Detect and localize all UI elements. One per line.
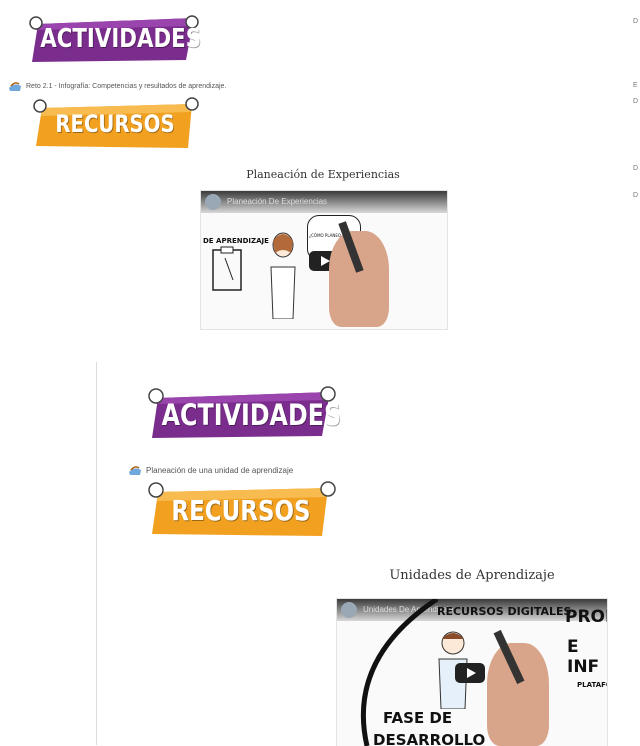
right-edge-mark: D <box>633 192 639 199</box>
video-top-bar: Planeación De Experiencias <box>201 191 447 213</box>
sketch-text: FASE DE <box>383 709 453 727</box>
activity-icon <box>129 466 141 475</box>
recursos-banner: RECURSOS <box>30 96 200 154</box>
video-bar-title: Planeación De Experiencias <box>227 197 328 206</box>
sketch-text: RECURSOS DIGITALES <box>437 605 572 618</box>
sketch-text: DESARROLLO <box>373 731 486 746</box>
video-player[interactable]: Planeación De Experiencias DE APRENDIZAJ… <box>200 190 448 330</box>
divider-line <box>96 362 97 745</box>
actividades-label: ACTIVIDADES <box>40 24 202 54</box>
recursos-banner: RECURSOS <box>146 480 336 542</box>
avatar <box>205 194 221 210</box>
sketch-text: DE APRENDIZAJE <box>203 237 269 245</box>
activity-link-label: Planeación de una unidad de aprendizaje <box>146 465 294 475</box>
right-edge-mark: E <box>633 82 638 89</box>
hand-image <box>329 231 389 327</box>
recursos-label: RECURSOS <box>55 110 175 138</box>
right-edge-mark: D <box>633 18 639 25</box>
play-icon[interactable] <box>455 663 485 683</box>
activity-link[interactable]: Reto 2.1 - Infografía: Competencias y re… <box>8 80 226 92</box>
sketch-text: E INF <box>567 637 600 677</box>
actividades-banner: ACTIVIDADES <box>144 386 342 442</box>
recursos-label: RECURSOS <box>171 494 311 527</box>
video-player[interactable]: Unidades De Aprendizaje RECURSOS DIGITAL… <box>336 598 608 746</box>
video-title: Unidades de Aprendizaje <box>389 568 555 583</box>
activity-link-label: Reto 2.1 - Infografía: Competencias y re… <box>26 82 227 90</box>
video-title: Planeación de Experiencias <box>246 168 400 181</box>
activity-link[interactable]: Planeación de una unidad de aprendizaje <box>128 464 293 476</box>
actividades-label: ACTIVIDADES <box>161 398 342 432</box>
right-edge-mark: D <box>633 98 639 105</box>
hand-image <box>487 643 549 746</box>
actividades-banner: ACTIVIDADES <box>24 14 204 66</box>
clipboard-icon <box>212 246 242 291</box>
activity-icon <box>9 82 21 91</box>
right-edge-mark: D <box>633 165 639 172</box>
sketch-text: PROP <box>565 607 607 627</box>
woman-figure-icon <box>270 232 296 319</box>
sketch-text: PLATAFO <box>577 681 607 689</box>
